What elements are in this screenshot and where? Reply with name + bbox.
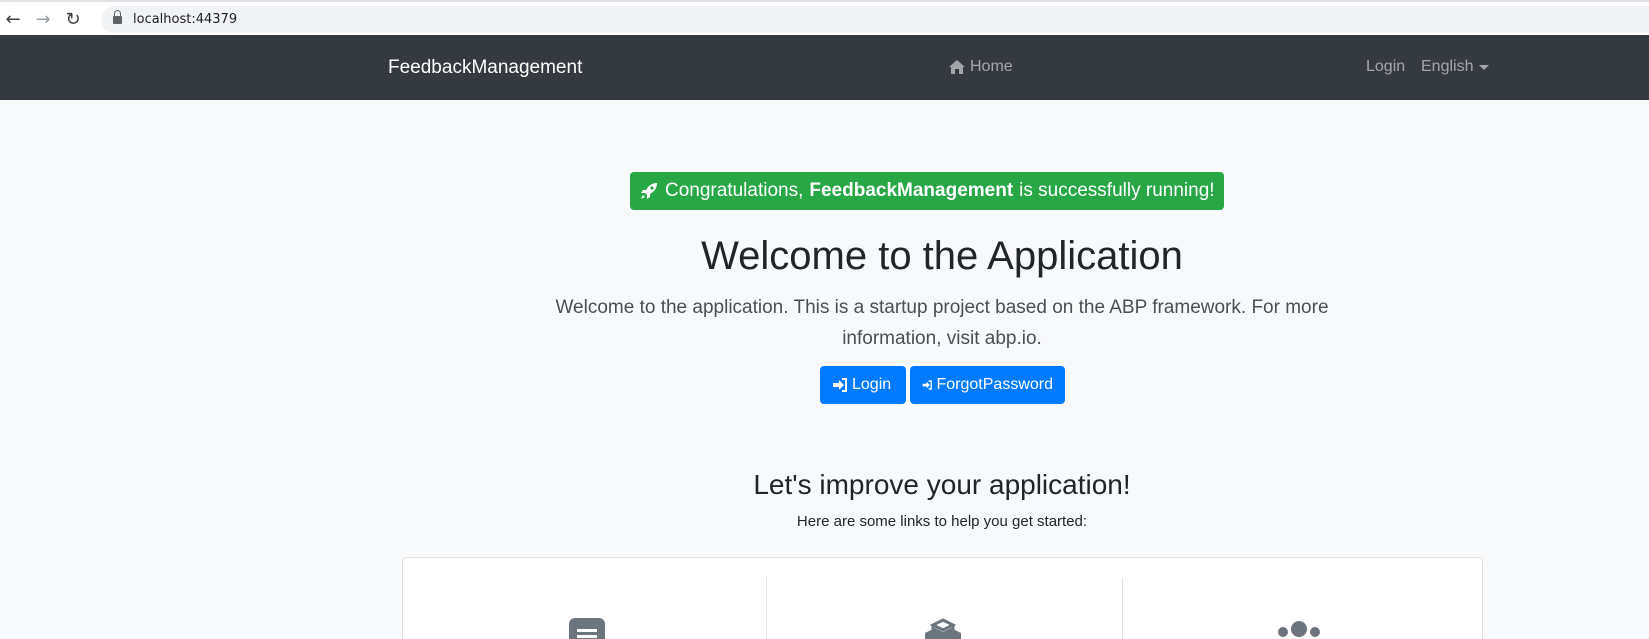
- url-text[interactable]: localhost:44379: [133, 12, 237, 27]
- reload-icon[interactable]: ↻: [62, 8, 84, 30]
- back-icon[interactable]: ←: [2, 8, 24, 30]
- home-icon: [949, 60, 965, 74]
- lock-icon: [113, 10, 122, 25]
- page-title: Welcome to the Application: [701, 234, 1183, 278]
- links-card: [402, 557, 1483, 639]
- badge-suffix: is successfully running!: [1019, 180, 1215, 201]
- sign-in-icon: [922, 380, 932, 390]
- navbar: FeedbackManagement Home Login English: [0, 35, 1649, 100]
- badge-prefix: Congratulations,: [665, 180, 804, 201]
- improve-subtitle: Here are some links to help you get star…: [796, 513, 1088, 530]
- badge-app-name: FeedbackManagement: [809, 180, 1014, 201]
- nav-home-label: Home: [970, 58, 1013, 75]
- improve-heading: Let's improve your application!: [753, 469, 1131, 500]
- address-bar[interactable]: localhost:44379: [101, 6, 1649, 33]
- browser-toolbar: ← → ↻ localhost:44379: [0, 0, 1649, 35]
- forward-icon[interactable]: →: [32, 8, 54, 30]
- nav-home-link[interactable]: Home: [948, 58, 1013, 76]
- rocket-icon: [641, 183, 657, 199]
- caret-down-icon: [1479, 65, 1490, 70]
- document-icon: [569, 618, 605, 639]
- login-button[interactable]: Login: [820, 366, 906, 404]
- welcome-text: Welcome to the application. This is a st…: [555, 297, 1329, 349]
- success-badge: Congratulations, FeedbackManagement is s…: [630, 172, 1224, 210]
- login-button-label: Login: [852, 376, 892, 393]
- cube-icon: [925, 618, 961, 639]
- nav-login-link[interactable]: Login: [1366, 58, 1405, 76]
- forgot-password-label: ForgotPassword: [936, 376, 1054, 393]
- brand-link[interactable]: FeedbackManagement: [388, 57, 582, 79]
- sign-in-icon: [833, 378, 847, 392]
- card-divider: [766, 578, 767, 639]
- forgot-password-button[interactable]: ForgotPassword: [910, 366, 1065, 404]
- card-divider: [1122, 578, 1123, 639]
- language-dropdown[interactable]: English: [1421, 58, 1490, 76]
- language-label: English: [1421, 58, 1474, 75]
- users-icon: [1278, 621, 1320, 637]
